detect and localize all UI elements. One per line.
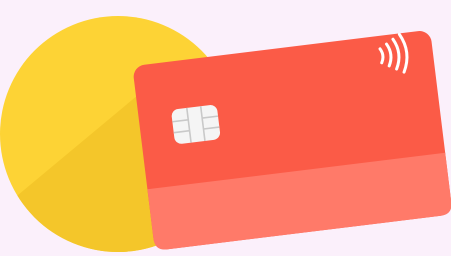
credit-card: [133, 31, 451, 250]
credit-card-illustration: [0, 16, 451, 252]
illustration-scene: [0, 0, 451, 256]
chip-icon: [171, 105, 221, 144]
